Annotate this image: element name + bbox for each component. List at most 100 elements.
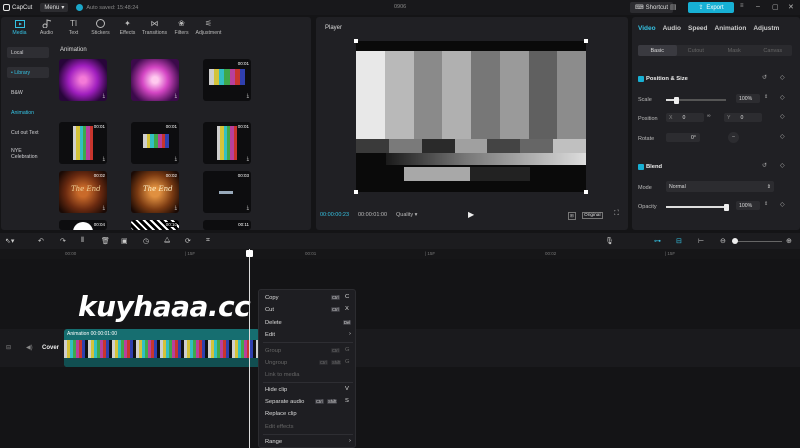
stepper-icon[interactable]: ⇕ [764,94,768,100]
link-icon[interactable]: ∞ [707,113,711,119]
menu-item-range[interactable]: Range [265,439,282,445]
sidebar-item-animation[interactable]: Animation [7,107,49,118]
position-x-input[interactable]: X0 [666,113,704,122]
video-preview[interactable] [356,41,586,192]
opacity-input[interactable]: 100% [736,201,760,210]
thumb-triangle[interactable]: 00:11 [203,220,251,230]
rotate-icon[interactable]: ⟳ [185,237,191,245]
tab-video[interactable]: Video [638,25,656,32]
menu-lines-icon[interactable]: ≡ [740,3,744,9]
position-y-input[interactable]: Y0 [724,113,762,122]
tab-transitions[interactable]: ⋈ Transitions [141,17,168,41]
blend-checkbox[interactable] [638,164,644,170]
tab-animation[interactable]: Animation [715,25,747,32]
resize-handle[interactable] [584,190,588,194]
menu-item-separate-audio[interactable]: Separate audio [265,399,304,405]
quality-select[interactable]: Quality ▾ [396,212,417,218]
position-size-checkbox[interactable] [638,76,644,82]
tab-media[interactable]: Media [6,17,33,41]
thumb-dark-3[interactable]: 00:03 ⤓ [203,171,251,213]
rotate-dial-icon[interactable]: – [728,132,739,143]
opacity-slider[interactable] [666,203,729,211]
microphone-icon[interactable]: 🎙 [605,237,614,245]
play-icon[interactable]: ▶ [468,210,474,219]
opacity-knob[interactable] [723,203,729,211]
scale-slider[interactable] [666,96,726,104]
track-audio-icon[interactable]: ◀) [26,344,33,351]
playhead[interactable] [249,249,250,448]
menu-item-cut[interactable]: Cut [265,307,274,313]
blend-mode-select[interactable]: Normal ⇕ [666,181,774,192]
magnet-icon[interactable]: ⊶ [654,237,661,245]
keyframe-icon[interactable]: ◇ [780,201,785,208]
thumb-heart-2[interactable]: ⤓ [131,59,179,101]
maximize-icon[interactable]: ▢ [772,3,779,11]
subtab-mask[interactable]: Mask [715,45,754,56]
thumb-colorbars-3[interactable]: 00:01 ⤓ [131,122,179,164]
select-icon[interactable]: ⇖▾ [5,237,14,245]
crop-icon[interactable]: ⌗ [206,237,210,245]
zoom-out-icon[interactable]: ⊖ [720,237,726,245]
keyframe-icon[interactable]: ◇ [780,133,785,140]
tab-effects[interactable]: ✦ Effects [114,17,141,41]
layout-icon[interactable]: ▤ [670,3,677,11]
fullscreen-icon[interactable]: ⛶ [614,210,619,218]
keyframe-icon[interactable]: ◇ [780,94,785,101]
timeline-ruler[interactable]: 00:00 | 15F 00:01 | 15F 00:02 | 15F [0,249,800,259]
track-lock-icon[interactable]: ⊟ [6,344,11,351]
subtab-canvas[interactable]: Canvas [754,45,793,56]
thumb-colorbars-1[interactable]: 00:01 ⤓ [203,59,251,101]
aspect-icon[interactable]: ⊞ [568,212,576,220]
reverse-icon[interactable]: ◷ [143,237,149,245]
sidebar-item-bw[interactable]: B&W [7,87,49,98]
split-icon[interactable]: ⫴ [81,237,84,245]
thumb-colorbars-2[interactable]: 00:01 ⤓ [59,122,107,164]
playhead-handle[interactable] [246,250,253,257]
resize-handle[interactable] [354,190,358,194]
rotate-input[interactable]: 0° [666,133,700,142]
menu-item-hide-clip[interactable]: Hide clip [265,387,287,393]
delete-icon[interactable]: 🗑 [101,237,110,245]
menu-item-edit[interactable]: Edit [265,332,275,338]
redo-icon[interactable]: ↷ [60,237,66,245]
undo-icon[interactable]: ↶ [38,237,44,245]
menu-item-replace-clip[interactable]: Replace clip [265,411,297,417]
tab-adjustment-props[interactable]: Adjustm [753,25,779,32]
freeze-icon[interactable]: ▣ [121,237,128,245]
original-ratio-button[interactable]: Original [582,212,603,219]
mirror-icon[interactable]: ⧋ [164,237,170,245]
export-button[interactable]: ⇪ Export [688,2,734,13]
tab-audio-props[interactable]: Audio [663,25,681,32]
thumb-circle[interactable]: 00:04 [59,220,107,230]
minimize-icon[interactable]: – [756,3,760,10]
stepper-icon[interactable]: ⇕ [764,201,768,207]
tab-filters[interactable]: ❀ Filters [168,17,195,41]
timeline-clip[interactable]: Animation 00:00:01:00 [64,329,260,367]
thumb-stripes[interactable]: 00:10 [131,220,179,230]
zoom-slider[interactable] [732,238,782,244]
menu-button[interactable]: Menu ▾ [40,3,69,12]
scale-knob[interactable] [674,96,680,104]
resize-handle[interactable] [584,39,588,43]
menu-item-delete[interactable]: Delete [265,320,282,326]
thumb-heart-1[interactable]: ⤓ [59,59,107,101]
tab-text[interactable]: TI Text [60,17,87,41]
close-icon[interactable]: ✕ [788,3,794,11]
keyframe-icon[interactable]: ◇ [780,113,785,120]
tab-stickers[interactable]: Stickers [87,17,114,41]
preview-axis-icon[interactable]: ⊢ [698,237,704,245]
thumb-the-end-1[interactable]: The End 00:02 ⤓ [59,171,107,213]
zoom-in-icon[interactable]: ⊕ [786,237,792,245]
sidebar-item-nye-celebration[interactable]: NYE Celebration [7,147,49,161]
cover-button[interactable]: Cover [42,345,59,351]
reset-icon[interactable]: ↺ [762,74,767,81]
menu-item-copy[interactable]: Copy [265,295,279,301]
thumb-colorbars-4[interactable]: 00:01 ⤓ [203,122,251,164]
subtab-cutout[interactable]: Cutout [677,45,716,56]
tab-audio[interactable]: Audio [33,17,60,41]
keyframe-icon[interactable]: ◇ [780,74,785,81]
subtab-basic[interactable]: Basic [638,45,677,56]
thumb-the-end-2[interactable]: The End 00:02 ⤓ [131,171,179,213]
tab-speed[interactable]: Speed [688,25,708,32]
sidebar-item-library[interactable]: • Library [7,67,49,78]
